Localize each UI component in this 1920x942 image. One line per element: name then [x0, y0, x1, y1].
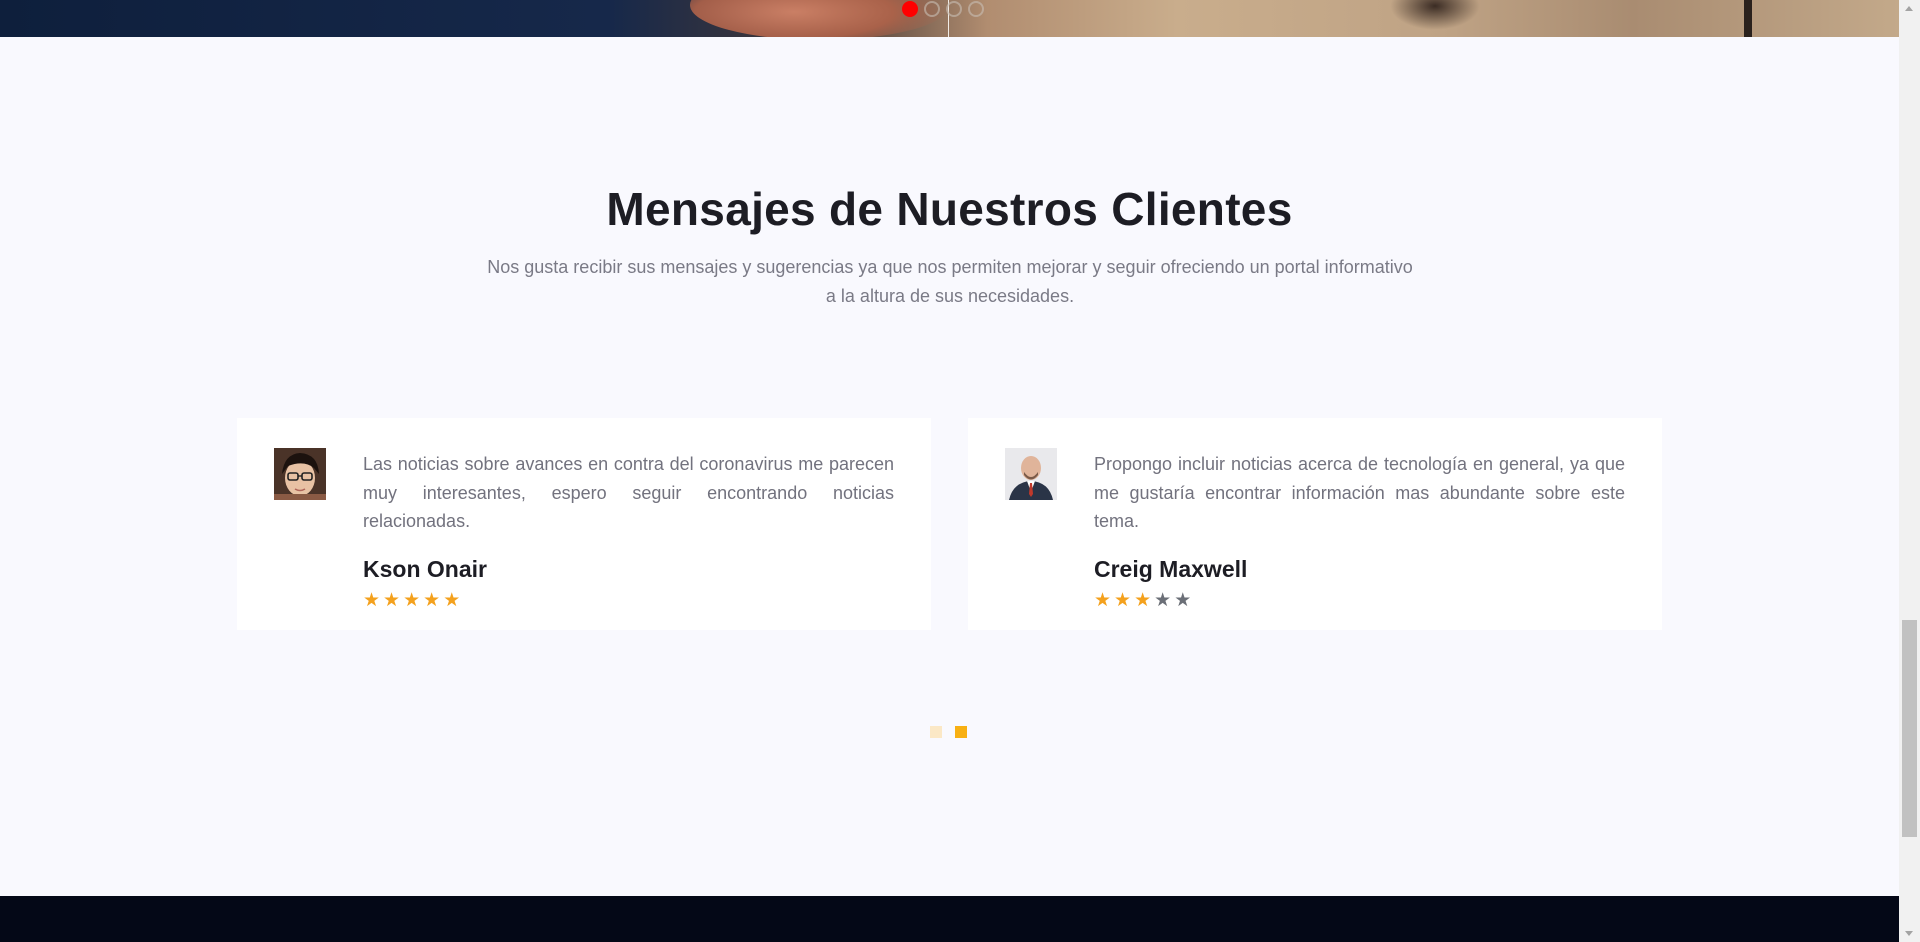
- rating-stars: ★ ★ ★ ★ ★: [363, 589, 894, 611]
- star-filled-icon: ★: [423, 589, 441, 611]
- testimonial-card: Propongo incluir noticias acerca de tecn…: [968, 418, 1662, 630]
- testimonial-author: Creig Maxwell: [1094, 555, 1248, 582]
- star-filled-icon: ★: [363, 589, 381, 611]
- rating-stars: ★ ★ ★ ★ ★: [1094, 589, 1625, 611]
- vertical-scrollbar[interactable]: [1899, 0, 1920, 942]
- carousel-pager: [930, 726, 967, 738]
- testimonial-quote: Propongo incluir noticias acerca de tecn…: [1094, 454, 1625, 531]
- footer: [0, 896, 1899, 942]
- hero-slide-dot[interactable]: [968, 1, 984, 17]
- hero-image-shadow: [1390, 0, 1480, 30]
- hero-banner: [0, 0, 1899, 37]
- pager-dot[interactable]: [930, 726, 942, 738]
- pager-dot-active[interactable]: [955, 726, 967, 738]
- star-filled-icon: ★: [403, 589, 421, 611]
- section-subtitle: Nos gusta recibir sus mensajes y sugeren…: [487, 257, 1413, 306]
- star-filled-icon: ★: [1114, 589, 1132, 611]
- testimonial-card: Las noticias sobre avances en contra del…: [237, 418, 931, 630]
- scrollbar-thumb[interactable]: [1902, 620, 1917, 837]
- hero-slide-dot[interactable]: [924, 1, 940, 17]
- scroll-down-icon[interactable]: [1905, 931, 1913, 936]
- star-filled-icon: ★: [1094, 589, 1112, 611]
- hero-slide-dot[interactable]: [902, 1, 918, 17]
- avatar-woman-glasses-icon: [274, 448, 326, 500]
- star-filled-icon: ★: [383, 589, 401, 611]
- section-title: Mensajes de Nuestros Clientes: [606, 183, 1293, 235]
- star-filled-icon: ★: [1134, 589, 1152, 611]
- star-empty-icon: ★: [1174, 589, 1192, 611]
- testimonial-author: Kson Onair: [363, 555, 487, 582]
- star-empty-icon: ★: [1154, 589, 1172, 611]
- star-filled-icon: ★: [443, 589, 461, 611]
- avatar-bald-man-icon: [1005, 448, 1057, 500]
- scroll-up-icon[interactable]: [1905, 6, 1913, 11]
- hero-slide-dot[interactable]: [946, 1, 962, 17]
- hero-image-post: [1744, 0, 1752, 37]
- testimonial-quote: Las noticias sobre avances en contra del…: [363, 454, 894, 531]
- hero-slide-indicators: [902, 1, 984, 17]
